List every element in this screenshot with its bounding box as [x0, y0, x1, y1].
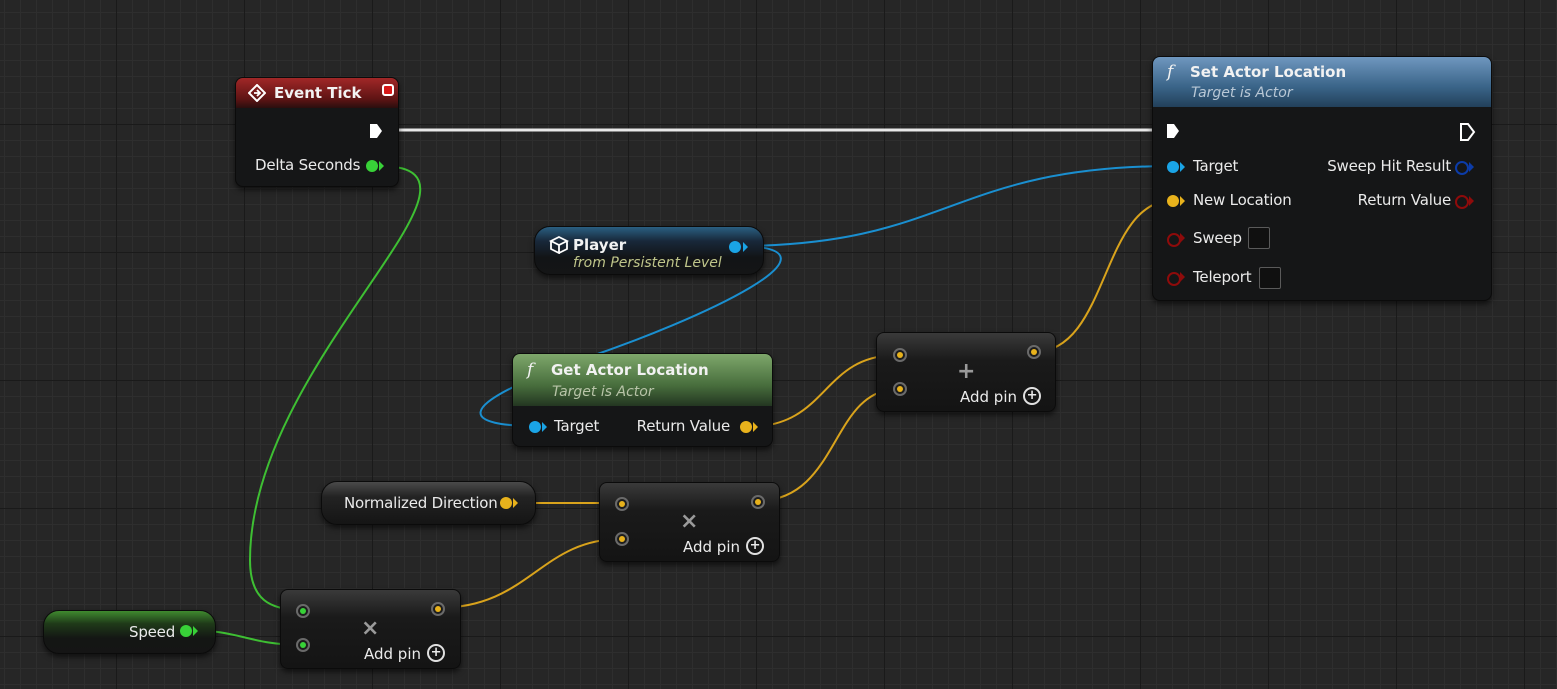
- new-location-label: New Location: [1193, 191, 1292, 209]
- multiply-direction-output-pin[interactable]: [751, 495, 765, 509]
- sweep-arrow-icon: [1180, 233, 1185, 243]
- speed-arrow-icon: [193, 626, 198, 636]
- sweep-checkbox[interactable]: [1248, 227, 1270, 249]
- multiply-speed-input-b-pin[interactable]: [296, 638, 310, 652]
- set-actor-location-title: Set Actor Location: [1190, 63, 1347, 81]
- add-input-a-pin[interactable]: [893, 348, 907, 362]
- get-actor-location-title: Get Actor Location: [551, 361, 709, 379]
- exec-out-pin[interactable]: [368, 122, 384, 140]
- sweep-hit-result-arrow-icon: [1469, 162, 1474, 172]
- player-title: Player: [573, 236, 627, 254]
- player-out-arrow-icon: [743, 242, 748, 252]
- teleport-label: Teleport: [1193, 268, 1252, 286]
- set-actor-location-subtitle: Target is Actor: [1191, 85, 1293, 101]
- sweep-label: Sweep: [1193, 229, 1242, 247]
- multiply-direction-input-a-pin[interactable]: [615, 497, 629, 511]
- return-value-arrow-icon: [1469, 196, 1474, 206]
- get-target-pin[interactable]: [529, 421, 541, 433]
- add-node[interactable]: + Add pin +: [876, 332, 1056, 412]
- normalized-direction-pin[interactable]: [500, 497, 512, 509]
- get-target-label: Target: [554, 417, 600, 435]
- delta-seconds-wire: [248, 165, 422, 611]
- multiply-operator-icon: ×: [680, 509, 699, 534]
- add-pin-button[interactable]: Add pin +: [683, 536, 765, 557]
- add-input-b-pin[interactable]: [893, 382, 907, 396]
- add-pin-button[interactable]: Add pin +: [960, 386, 1042, 407]
- player-out-pin[interactable]: [729, 241, 741, 253]
- add-output-pin[interactable]: [1027, 345, 1041, 359]
- add-pin-label: Add pin: [364, 645, 422, 663]
- teleport-pin[interactable]: [1167, 272, 1181, 286]
- speed-node[interactable]: Speed: [43, 610, 216, 654]
- get-actor-location-node[interactable]: f Get Actor Location Target is Actor Tar…: [512, 353, 773, 447]
- event-diamond-icon: [248, 84, 266, 102]
- event-tick-node[interactable]: Event Tick Delta Seconds: [235, 77, 399, 187]
- get-target-arrow-icon: [542, 422, 547, 432]
- delta-seconds-label: Delta Seconds: [255, 156, 361, 174]
- exec-out-pin[interactable]: [1459, 122, 1477, 142]
- get-return-value-pin[interactable]: [740, 421, 752, 433]
- target-pin[interactable]: [1167, 161, 1179, 173]
- actor-cube-icon: [549, 236, 569, 254]
- function-icon: f: [527, 360, 534, 380]
- get-return-value-label: Return Value: [636, 417, 731, 435]
- sweep-hit-result-pin[interactable]: [1455, 161, 1469, 175]
- delta-seconds-pin[interactable]: [366, 160, 378, 172]
- teleport-checkbox[interactable]: [1259, 267, 1281, 289]
- teleport-arrow-icon: [1180, 272, 1185, 282]
- multiply-speed-output-pin[interactable]: [431, 602, 445, 616]
- return-value-pin[interactable]: [1455, 195, 1469, 209]
- event-tick-title: Event Tick: [274, 84, 362, 102]
- player-subtitle: from Persistent Level: [573, 255, 722, 271]
- add-pin-plus-icon: +: [1023, 386, 1042, 405]
- player-to-set-target-wire: [735, 165, 1175, 247]
- new-location-pin[interactable]: [1167, 195, 1179, 207]
- add-pin-plus-icon: +: [427, 643, 446, 662]
- add-pin-button[interactable]: Add pin +: [364, 643, 446, 664]
- multiply-speed-node[interactable]: × Add pin +: [280, 589, 461, 669]
- multiply-speed-input-a-pin[interactable]: [296, 604, 310, 618]
- stop-icon: [382, 84, 394, 96]
- add-pin-plus-icon: +: [746, 536, 765, 555]
- set-actor-location-node[interactable]: f Set Actor Location Target is Actor Tar…: [1152, 56, 1492, 301]
- player-node[interactable]: Player from Persistent Level: [534, 226, 764, 275]
- speed-label: Speed: [129, 623, 176, 641]
- target-arrow-icon: [1180, 162, 1185, 172]
- add-pin-label: Add pin: [960, 388, 1018, 406]
- multiply-operator-icon: ×: [361, 616, 380, 641]
- multiply-direction-input-b-pin[interactable]: [615, 532, 629, 546]
- new-location-arrow-icon: [1180, 196, 1185, 206]
- speed-product-wire: [436, 538, 622, 609]
- sweep-hit-result-label: Sweep Hit Result: [1327, 157, 1451, 175]
- function-icon: f: [1167, 62, 1174, 82]
- get-actor-location-subtitle: Target is Actor: [552, 384, 654, 400]
- return-value-label: Return Value: [1357, 191, 1452, 209]
- target-label: Target: [1193, 157, 1239, 175]
- normalized-direction-label: Normalized Direction: [344, 494, 498, 512]
- delta-seconds-arrow-icon: [379, 161, 384, 171]
- multiply-direction-node[interactable]: × Add pin +: [599, 482, 780, 562]
- normalized-direction-arrow-icon: [513, 498, 518, 508]
- get-return-value-arrow-icon: [753, 422, 758, 432]
- add-pin-label: Add pin: [683, 538, 741, 556]
- sweep-pin[interactable]: [1167, 233, 1181, 247]
- exec-in-pin[interactable]: [1165, 122, 1181, 140]
- add-operator-icon: +: [957, 359, 976, 384]
- speed-pin[interactable]: [180, 625, 192, 637]
- normalized-direction-node[interactable]: Normalized Direction: [321, 481, 536, 525]
